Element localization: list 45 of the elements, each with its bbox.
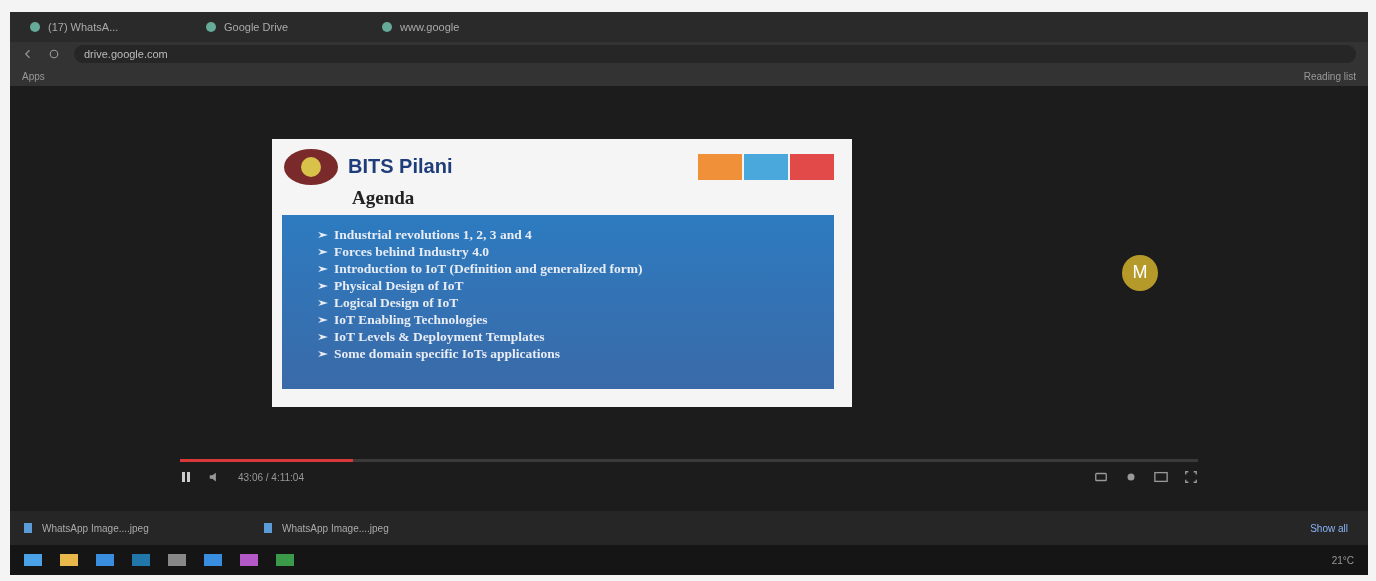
file-icon <box>24 523 32 533</box>
logo-icon <box>282 146 340 187</box>
weather-temperature: 21°C <box>1331 554 1354 566</box>
color-block <box>698 153 742 180</box>
fullscreen-icon[interactable] <box>1184 470 1198 484</box>
agenda-item: IoT Levels & Deployment Templates <box>334 328 545 345</box>
agenda-item: Physical Design of IoT <box>334 277 464 294</box>
address-bar[interactable]: drive.google.com <box>74 45 1356 63</box>
color-block <box>790 153 834 180</box>
download-item[interactable]: WhatsApp Image....jpeg <box>24 522 244 534</box>
tab-icon <box>206 22 216 32</box>
file-icon <box>264 523 272 533</box>
file-name: WhatsApp Image....jpeg <box>42 522 149 534</box>
color-block <box>744 153 788 180</box>
download-item[interactable]: WhatsApp Image....jpeg <box>264 522 484 534</box>
arrow-bullet-icon <box>318 349 328 358</box>
arrow-bullet-icon <box>318 332 328 341</box>
participant-avatar: M <box>1122 254 1158 291</box>
browser-tab[interactable]: www.google <box>372 15 542 39</box>
agenda-item: Logical Design of IoT <box>334 294 459 311</box>
arrow-bullet-icon <box>318 264 328 273</box>
bookmark-link[interactable]: Apps <box>22 70 45 82</box>
slide-title: Agenda <box>352 186 416 209</box>
file-name: WhatsApp Image....jpeg <box>282 522 389 534</box>
browser-tab[interactable]: Google Drive <box>196 15 366 39</box>
tab-icon <box>30 22 40 32</box>
brand-name: BITS Pilani <box>348 155 453 178</box>
arrow-bullet-icon <box>318 230 328 239</box>
agenda-item: Some domain specific IoTs applications <box>334 345 561 362</box>
arrow-bullet-icon <box>318 247 328 256</box>
arrow-bullet-icon <box>318 281 328 290</box>
agenda-item: Introduction to IoT (Definition and generalized form) <box>334 260 643 277</box>
agenda-item: IoT Enabling Technologies <box>334 311 488 328</box>
tab-icon <box>382 22 392 32</box>
arrow-bullet-icon <box>318 298 328 307</box>
show-all-button[interactable]: Show all <box>1304 521 1354 535</box>
agenda-item: Forces behind Industry 4.0 <box>334 243 490 260</box>
playback-time: 43:06 / 4:11:04 <box>238 471 304 483</box>
browser-tab[interactable]: (17) WhatsA... <box>20 15 190 39</box>
reading-list-button[interactable]: Reading list <box>1303 70 1356 82</box>
arrow-bullet-icon <box>318 315 328 324</box>
pause-button[interactable] <box>180 471 192 483</box>
agenda-item: Industrial revolutions 1, 2, 3 and 4 <box>334 226 532 243</box>
miniplayer-icon[interactable] <box>1154 470 1168 484</box>
reload-icon[interactable] <box>48 48 60 60</box>
